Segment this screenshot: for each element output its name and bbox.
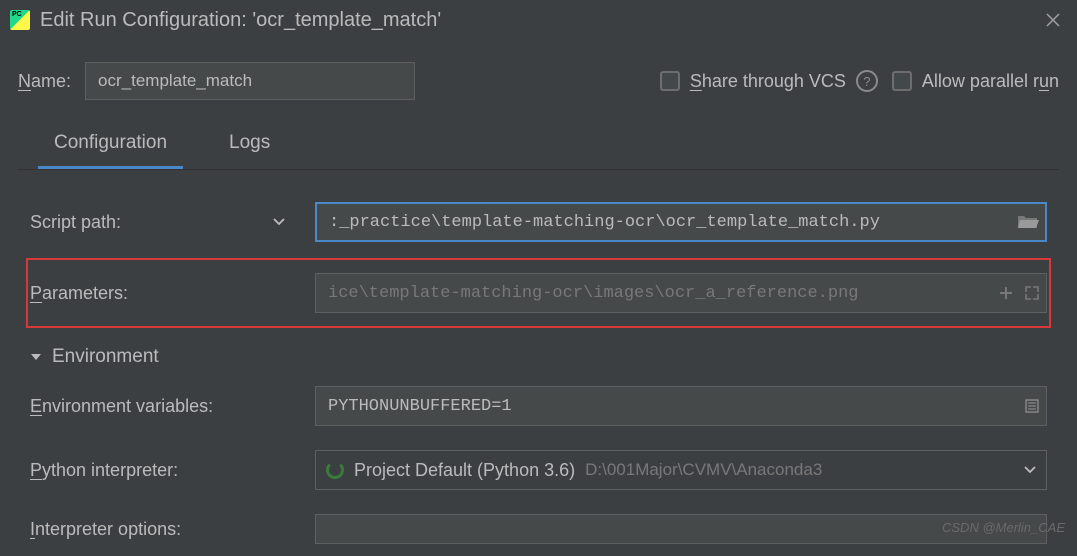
chevron-down-icon [1024, 466, 1036, 474]
folder-icon [1017, 214, 1039, 230]
form-area: Script path: :_practice\template-matchin… [0, 170, 1077, 556]
expand-icon [1024, 285, 1040, 301]
env-vars-label: Environment variables: [30, 396, 305, 417]
chevron-down-icon [273, 218, 285, 226]
script-path-label: Script path: [30, 212, 305, 233]
python-interpreter-dropdown[interactable]: Project Default (Python 3.6) D:\001Major… [315, 450, 1047, 490]
pycharm-icon [10, 10, 30, 30]
script-path-input[interactable]: :_practice\template-matching-ocr\ocr_tem… [315, 202, 1047, 242]
parameters-input[interactable]: ice\template-matching-ocr\images\ocr_a_r… [315, 273, 1047, 313]
interpreter-name: Project Default (Python 3.6) [354, 460, 575, 481]
interpreter-path: D:\001Major\CVMV\Anaconda3 [585, 460, 822, 480]
list-icon [1024, 398, 1040, 414]
expand-parameters-button[interactable] [1024, 285, 1040, 301]
allow-parallel-checkbox[interactable] [892, 71, 912, 91]
close-button[interactable] [1039, 6, 1067, 34]
environment-label: Environment [52, 346, 159, 368]
parameters-row: Parameters: ice\template-matching-ocr\im… [30, 261, 1047, 325]
loading-spinner-icon [326, 461, 344, 479]
help-icon[interactable]: ? [856, 70, 878, 92]
tab-configuration[interactable]: Configuration [38, 122, 183, 169]
allow-parallel-group: Allow parallel run [892, 71, 1059, 92]
name-label: Name: [18, 71, 71, 92]
close-icon [1046, 13, 1060, 27]
share-vcs-label: Share through VCS [690, 71, 846, 92]
python-interpreter-label: Python interpreter: [30, 460, 305, 481]
tab-bar: Configuration Logs [18, 122, 1059, 170]
env-vars-input[interactable]: PYTHONUNBUFFERED=1 [315, 386, 1047, 426]
interpreter-options-row: Interpreter options: [30, 502, 1047, 556]
interpreter-options-input[interactable] [315, 514, 1047, 544]
collapse-icon [30, 352, 42, 362]
watermark: CSDN @Merlin_CAE [942, 520, 1065, 535]
share-vcs-group: Share through VCS ? [660, 70, 878, 92]
env-vars-row: Environment variables: PYTHONUNBUFFERED=… [30, 374, 1047, 438]
tab-logs[interactable]: Logs [213, 122, 286, 169]
script-path-value: :_practice\template-matching-ocr\ocr_tem… [329, 213, 1011, 232]
add-parameter-button[interactable] [998, 285, 1014, 301]
python-interpreter-row: Python interpreter: Project Default (Pyt… [30, 438, 1047, 502]
parameters-value: ice\template-matching-ocr\images\ocr_a_r… [328, 284, 988, 303]
titlebar: Edit Run Configuration: 'ocr_template_ma… [0, 0, 1077, 48]
allow-parallel-label: Allow parallel run [922, 71, 1059, 92]
window-title: Edit Run Configuration: 'ocr_template_ma… [40, 9, 1029, 32]
environment-section-header[interactable]: Environment [30, 332, 1047, 374]
parameters-highlight-box: Parameters: ice\template-matching-ocr\im… [26, 258, 1051, 328]
browse-script-button[interactable] [1017, 214, 1039, 230]
script-path-row: Script path: :_practice\template-matchin… [30, 190, 1047, 254]
interpreter-chevron [1024, 466, 1036, 474]
edit-env-vars-button[interactable] [1024, 398, 1040, 414]
env-vars-value: PYTHONUNBUFFERED=1 [328, 397, 1014, 416]
name-row: Name: Share through VCS ? Allow parallel… [0, 48, 1077, 122]
script-path-dropdown[interactable] [273, 218, 285, 226]
plus-icon [998, 285, 1014, 301]
interpreter-options-label: Interpreter options: [30, 519, 305, 540]
parameters-label: Parameters: [30, 283, 305, 304]
name-input[interactable] [85, 62, 415, 100]
share-vcs-checkbox[interactable] [660, 71, 680, 91]
